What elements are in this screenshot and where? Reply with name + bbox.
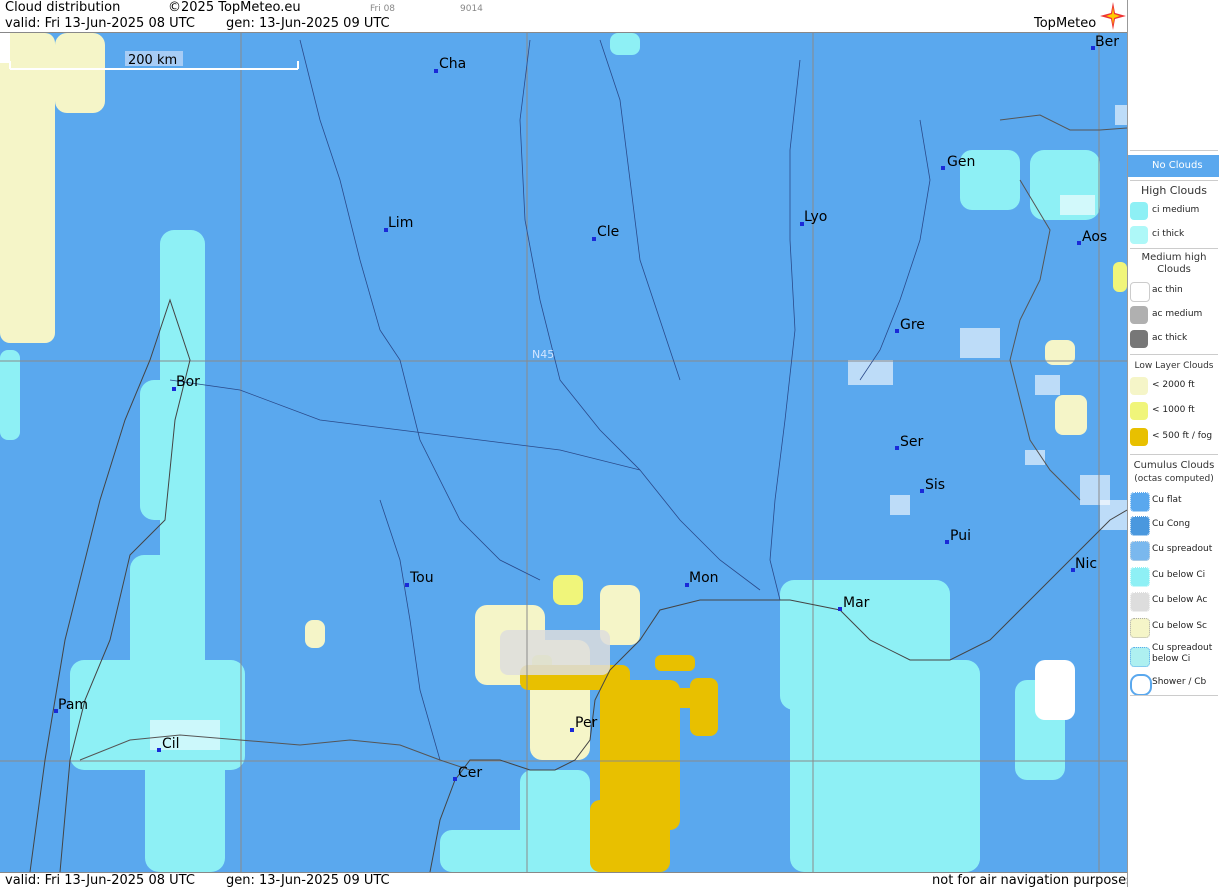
legend-medium-title: Medium high Clouds [1141, 252, 1207, 275]
legend-no-clouds: No Clouds [1128, 155, 1219, 177]
legend-ac-thick: ac thick [1128, 328, 1219, 350]
legend-cu-below-ci: Cu below Ci [1128, 565, 1219, 587]
svg-text:Pam: Pam [58, 697, 88, 713]
lat-label: N45 [532, 348, 554, 361]
svg-text:Cha: Cha [439, 56, 466, 72]
legend-cu-below-sc: Cu below Sc [1128, 616, 1219, 638]
footer-bar: valid: Fri 13-Jun-2025 08 UTC gen: 13-Ju… [0, 872, 1133, 888]
city-cle[interactable]: Cle [592, 224, 619, 241]
legend-cu-title: Cumulus Clouds [1133, 460, 1215, 471]
tiny-label-2: 9014 [460, 4, 483, 14]
valid-time: valid: Fri 13-Jun-2025 08 UTC [5, 16, 195, 31]
city-mon[interactable]: Mon [685, 570, 719, 587]
header-bar: Cloud distribution ©2025 TopMeteo.eu val… [0, 0, 1127, 33]
svg-text:Mon: Mon [689, 570, 719, 586]
legend-cu-cong: Cu Cong [1128, 514, 1219, 536]
legend-ac-thin: ac thin [1128, 280, 1219, 302]
city-gen[interactable]: Gen [941, 154, 975, 170]
tiny-label-1: Fri 08 [370, 4, 396, 14]
legend-ac-medium: ac medium [1128, 304, 1219, 326]
city-aos[interactable]: Aos [1077, 229, 1107, 245]
svg-text:Ser: Ser [900, 434, 924, 450]
svg-text:Nic: Nic [1075, 556, 1097, 572]
footer-gen: gen: 13-Jun-2025 09 UTC [226, 873, 390, 888]
city-ser[interactable]: Ser [895, 434, 924, 450]
city-tou[interactable]: Tou [405, 570, 434, 587]
svg-text:Cil: Cil [162, 736, 180, 752]
legend-cu-below-ac: Cu below Ac [1128, 590, 1219, 612]
legend-low-title: Low Layer Clouds [1134, 361, 1214, 371]
scale-label: 200 km [128, 53, 177, 68]
city-cer[interactable]: Cer [453, 765, 482, 781]
svg-text:Mar: Mar [843, 595, 870, 611]
cloud-map: 200 km N45 Cha Ber Gen Lim Cle Lyo Aos G… [0, 33, 1127, 872]
city-cha[interactable]: Cha [434, 56, 466, 73]
legend-high-title: High Clouds [1141, 184, 1207, 197]
legend-ci-thick: ci thick [1128, 224, 1219, 246]
svg-text:Sis: Sis [925, 477, 945, 493]
svg-text:Per: Per [575, 715, 598, 731]
legend-low-2000: < 2000 ft [1128, 375, 1219, 397]
city-lim[interactable]: Lim [384, 215, 413, 232]
svg-text:Gre: Gre [900, 317, 925, 333]
city-nic[interactable]: Nic [1071, 556, 1097, 572]
legend-ci-medium: ci medium [1128, 200, 1219, 222]
legend-cu-flat: Cu flat [1128, 490, 1219, 512]
svg-text:Lyo: Lyo [804, 209, 827, 225]
legend-separator [1130, 695, 1218, 696]
legend-separator [1130, 180, 1218, 181]
topmeteo-logo: TopMeteo [1034, 16, 1097, 31]
map-svg: 200 km N45 Cha Ber Gen Lim Cle Lyo Aos G… [0, 33, 1127, 872]
footer-disclaimer: not for air navigation purposes [932, 873, 1133, 888]
svg-text:Aos: Aos [1082, 229, 1107, 245]
city-per[interactable]: Per [570, 715, 598, 732]
svg-text:Ber: Ber [1095, 34, 1119, 50]
legend-low-1000: < 1000 ft [1128, 400, 1219, 422]
city-ber[interactable]: Ber [1091, 34, 1119, 50]
svg-text:Gen: Gen [947, 154, 975, 170]
legend-cu-spreadout: Cu spreadout [1128, 539, 1219, 561]
map-title: Cloud distribution [5, 0, 121, 15]
legend-low-500: < 500 ft / fog [1128, 426, 1219, 448]
city-mar[interactable]: Mar [838, 595, 870, 611]
footer-valid: valid: Fri 13-Jun-2025 08 UTC [5, 873, 195, 888]
legend-shower: Shower / Cb [1128, 672, 1219, 696]
svg-text:Lim: Lim [388, 215, 413, 231]
legend-panel: No Clouds High Clouds ci medium ci thick… [1127, 0, 1219, 887]
svg-text:Pui: Pui [950, 528, 971, 544]
legend-separator [1130, 150, 1218, 151]
legend-cu-spread-ci: Cu spreadout below Ci [1128, 641, 1219, 673]
city-bor[interactable]: Bor [172, 374, 200, 391]
legend-separator [1130, 354, 1218, 355]
legend-separator [1130, 248, 1218, 249]
svg-text:Tou: Tou [409, 570, 434, 586]
legend-cu-sub: (octas computed) [1134, 474, 1214, 484]
city-lyo[interactable]: Lyo [800, 209, 827, 226]
gen-time: gen: 13-Jun-2025 09 UTC [226, 16, 390, 31]
copyright: ©2025 TopMeteo.eu [168, 0, 301, 15]
logo-star-icon [1100, 2, 1126, 30]
svg-text:Bor: Bor [176, 374, 200, 390]
city-pam[interactable]: Pam [54, 697, 88, 713]
legend-separator [1130, 454, 1218, 455]
svg-text:Cer: Cer [458, 765, 482, 781]
city-gre[interactable]: Gre [895, 317, 925, 333]
svg-text:Cle: Cle [597, 224, 619, 240]
